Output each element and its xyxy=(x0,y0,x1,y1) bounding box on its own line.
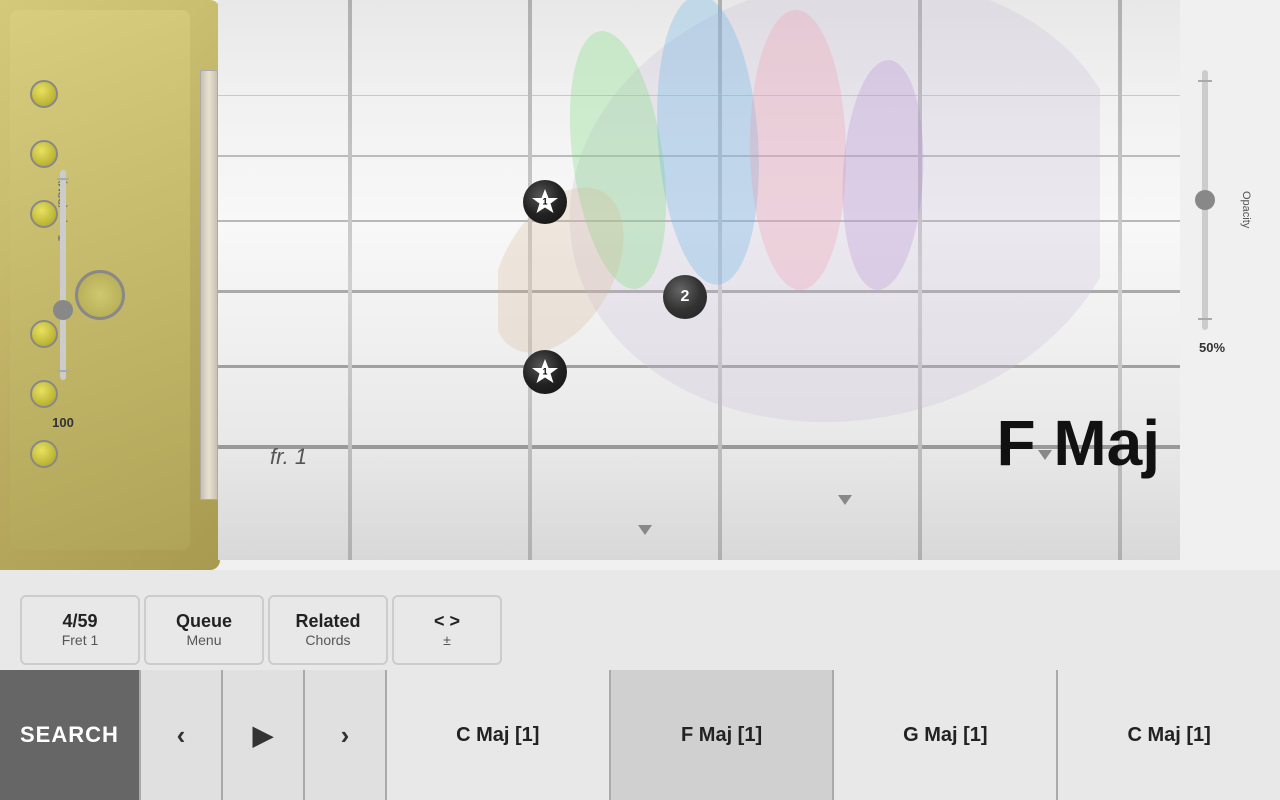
related-chords-button[interactable]: Related Chords xyxy=(268,595,388,665)
tuning-peg-1 xyxy=(30,80,58,108)
fret-3 xyxy=(718,0,722,560)
position-sub: Fret 1 xyxy=(62,632,99,649)
string-3 xyxy=(218,220,1180,222)
finger-dot-3: 2 xyxy=(663,275,707,319)
string-5 xyxy=(218,365,1180,368)
chord-item-1[interactable]: F Maj [1] xyxy=(611,670,833,800)
tempo-slider-track xyxy=(60,170,66,380)
play-icon: ▶ xyxy=(253,720,273,751)
fret-marker-1 xyxy=(638,525,652,535)
finger-dot-1: 1 xyxy=(523,180,567,224)
opacity-tick-top xyxy=(1198,80,1212,82)
chord-item-2[interactable]: G Maj [1] xyxy=(834,670,1056,800)
related-sub: Chords xyxy=(305,632,350,649)
queue-label: Queue xyxy=(176,611,232,633)
opacity-slider-track xyxy=(1202,70,1208,330)
opacity-value: 50% xyxy=(1190,340,1234,355)
chord-name: F Maj xyxy=(996,406,1160,480)
opacity-slider-area[interactable]: Opacity 50% xyxy=(1190,60,1250,360)
bottom-bar: SEARCH ‹ ▶ › C Maj [1] F Maj [1] G Maj [… xyxy=(0,670,1280,800)
nav-button[interactable]: < > ± xyxy=(392,595,502,665)
chord-item-3[interactable]: C Maj [1] xyxy=(1058,670,1280,800)
headstock-circle xyxy=(75,270,125,320)
fret-4 xyxy=(918,0,922,560)
fretboard-area: 1 1 2 fr. 1 F Maj Tempo (BPM) 100 Opacit… xyxy=(0,0,1280,570)
tempo-slider-area[interactable]: Tempo (BPM) 100 xyxy=(48,150,78,400)
svg-text:1: 1 xyxy=(542,366,547,376)
prev-button[interactable]: ‹ xyxy=(141,670,221,800)
guitar-nut xyxy=(200,70,218,500)
tempo-slider-thumb[interactable] xyxy=(53,300,73,320)
svg-text:1: 1 xyxy=(542,196,547,206)
search-button[interactable]: SEARCH xyxy=(0,670,139,800)
tempo-tick-top xyxy=(57,178,69,180)
tempo-tick-bottom xyxy=(57,370,69,372)
queue-button[interactable]: Queue Menu xyxy=(144,595,264,665)
string-1 xyxy=(218,95,1180,96)
string-2 xyxy=(218,155,1180,157)
opacity-label: Opacity xyxy=(1240,191,1252,228)
queue-sub: Menu xyxy=(186,632,221,649)
opacity-tick-bottom xyxy=(1198,318,1212,320)
tuning-peg-6 xyxy=(30,440,58,468)
next-button[interactable]: › xyxy=(305,670,385,800)
headstock xyxy=(0,0,220,570)
position-label: 4/59 xyxy=(62,611,97,633)
opacity-slider-thumb[interactable] xyxy=(1195,190,1215,210)
nav-sub: ± xyxy=(443,632,451,649)
fret-indicator: fr. 1 xyxy=(270,444,307,470)
control-bar: 4/59 Fret 1 Queue Menu Related Chords < … xyxy=(0,590,1280,670)
tempo-value: 100 xyxy=(52,415,74,430)
next-icon: › xyxy=(341,720,350,751)
finger-dot-2: 1 xyxy=(523,350,567,394)
related-label: Related xyxy=(295,611,360,633)
position-button[interactable]: 4/59 Fret 1 xyxy=(20,595,140,665)
fret-marker-2 xyxy=(838,495,852,505)
fret-2 xyxy=(528,0,532,560)
play-button[interactable]: ▶ xyxy=(223,670,303,800)
chord-item-0[interactable]: C Maj [1] xyxy=(387,670,609,800)
fret-1 xyxy=(348,0,352,560)
nav-arrows: < > xyxy=(434,611,460,633)
prev-icon: ‹ xyxy=(177,720,186,751)
